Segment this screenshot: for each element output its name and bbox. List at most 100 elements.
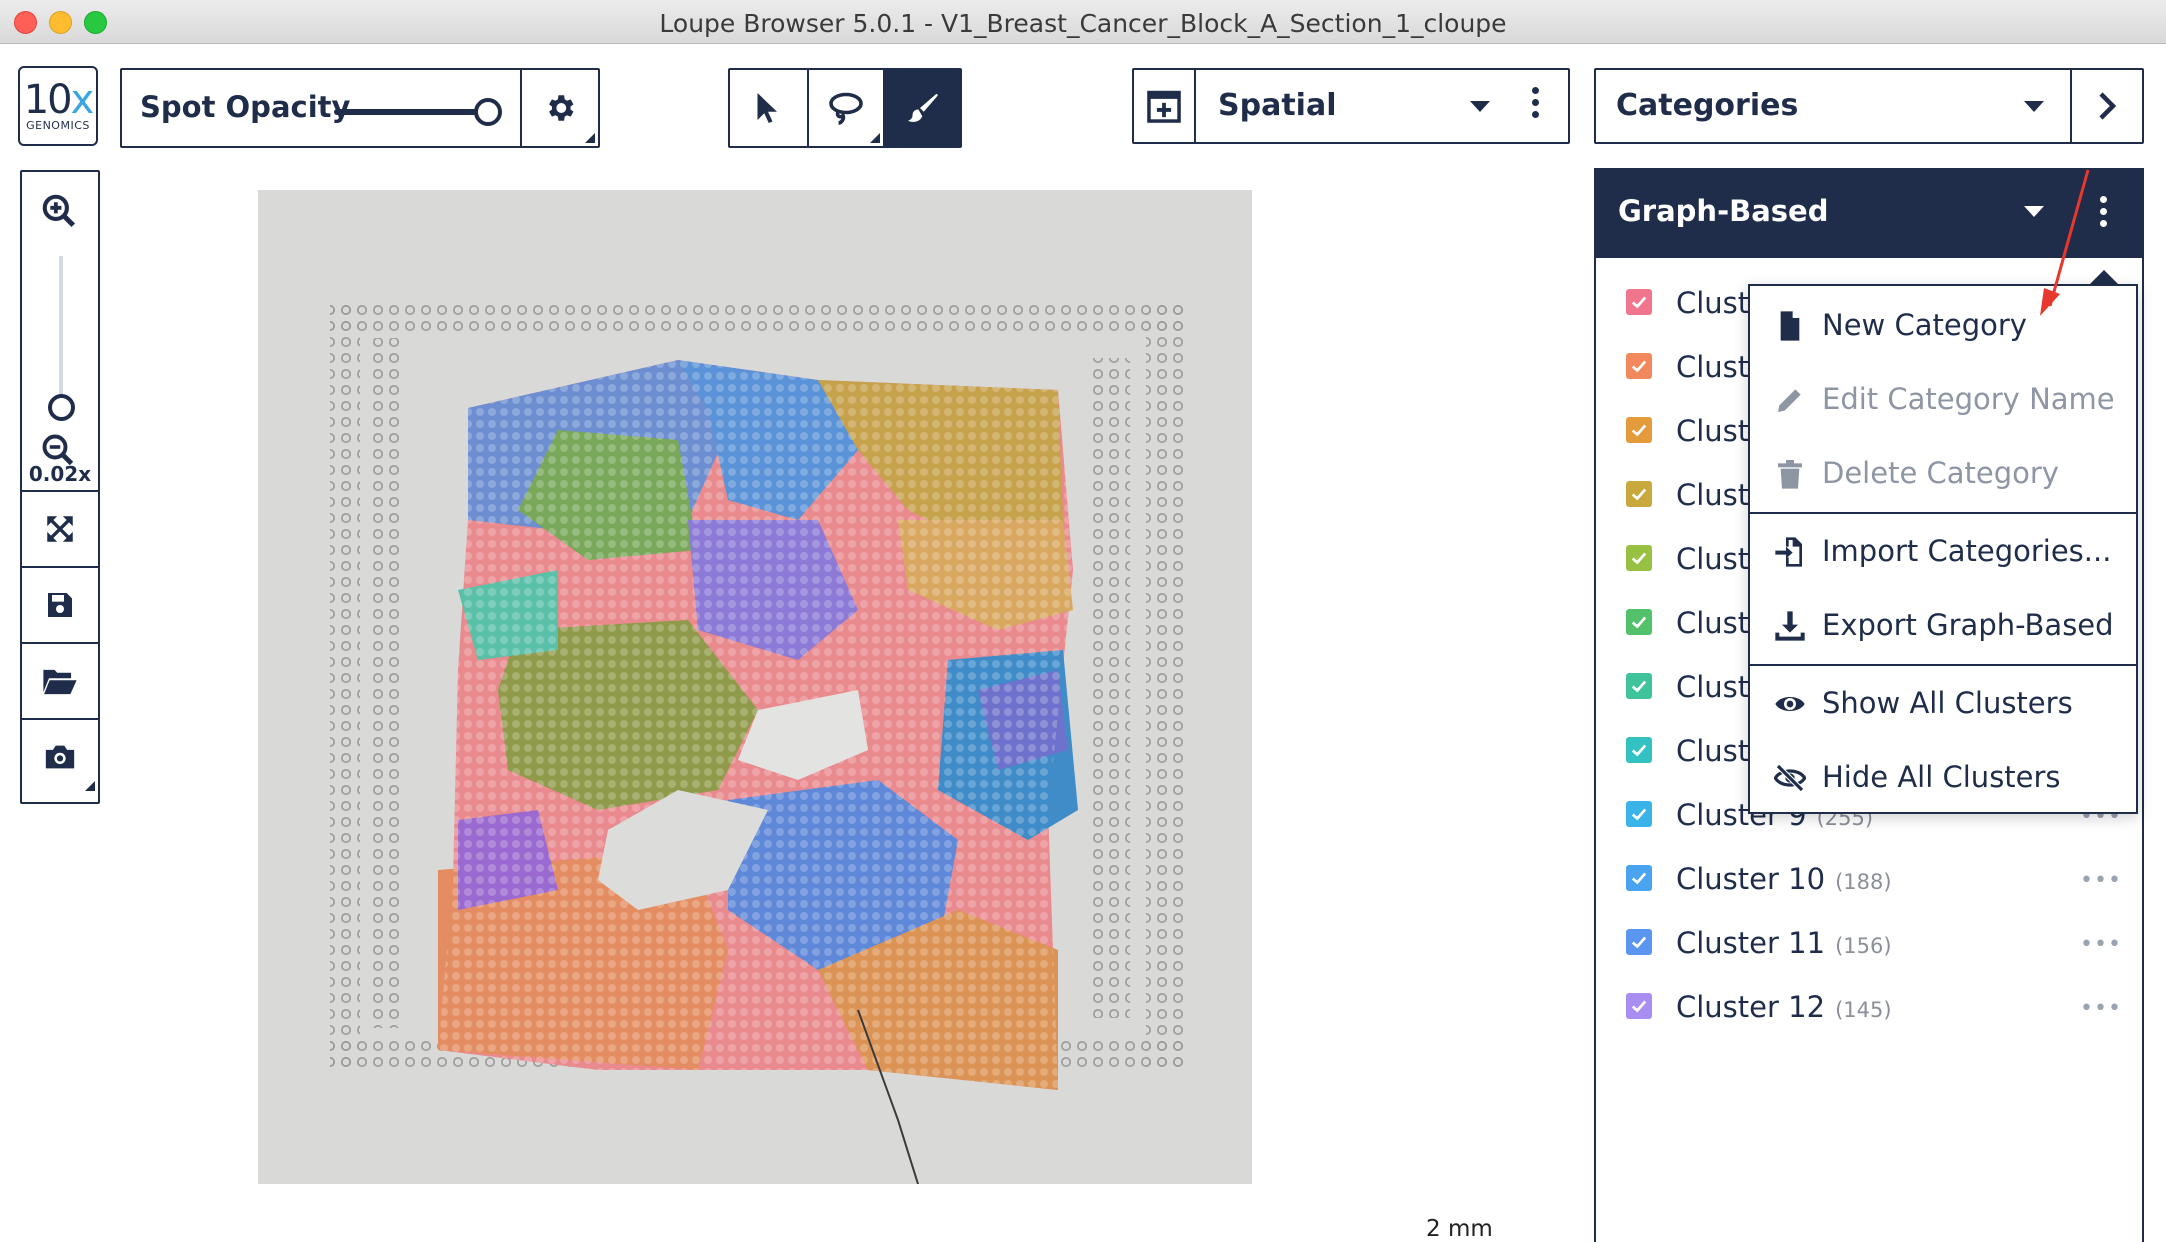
open-file-button[interactable]	[22, 642, 98, 718]
menu-item-hide-all-clusters[interactable]: Hide All Clusters	[1750, 742, 2136, 812]
category-title: Graph-Based	[1618, 194, 1829, 228]
paintbrush-tool-button[interactable]	[883, 70, 960, 146]
cluster-spot-count: (156)	[1835, 934, 1892, 958]
spot-opacity-slider-track[interactable]	[334, 109, 484, 115]
fit-to-view-button[interactable]	[22, 490, 98, 566]
logo-subtitle: GENOMICS	[26, 118, 90, 132]
paintbrush-icon	[907, 93, 938, 122]
checkmark-icon	[1631, 1000, 1647, 1013]
cluster-name: Cluster 10 (188)	[1676, 862, 1892, 896]
cluster-checkbox[interactable]	[1626, 673, 1652, 699]
menu-item-import-categories[interactable]: Import Categories...	[1750, 516, 2136, 586]
cluster-label: Cluster 11	[1676, 926, 1826, 960]
cluster-row[interactable]: Cluster 12 (145) •••	[1596, 974, 2142, 1038]
pointer-icon	[757, 93, 778, 123]
title-bar: Loupe Browser 5.0.1 - V1_Breast_Cancer_B…	[0, 0, 2166, 44]
menu-item-label: Delete Category	[1822, 456, 2059, 490]
folder-open-icon	[43, 669, 77, 695]
zoom-in-button[interactable]	[40, 192, 78, 234]
corner-indicator	[870, 133, 881, 143]
window-title: Loupe Browser 5.0.1 - V1_Breast_Cancer_B…	[659, 9, 1507, 38]
cluster-row[interactable]: Cluster 10 (188) •••	[1596, 846, 2142, 910]
view-type-label: Spatial	[1218, 88, 1337, 123]
screenshot-button[interactable]	[22, 718, 98, 794]
save-button[interactable]	[22, 566, 98, 642]
eye-icon	[1775, 697, 1805, 711]
expand-panel-button[interactable]	[2072, 70, 2142, 142]
cluster-checkbox[interactable]	[1626, 929, 1652, 955]
spot-opacity-slider-handle[interactable]	[474, 98, 502, 126]
import-icon	[1775, 537, 1802, 567]
cluster-checkbox[interactable]	[1626, 545, 1652, 571]
spot-opacity-label: Spot Opacity	[140, 90, 351, 124]
zoom-level-readout: 0.02x	[28, 462, 92, 486]
document-icon	[1780, 311, 1800, 341]
checkmark-icon	[1631, 680, 1647, 693]
checkmark-icon	[1631, 872, 1647, 885]
annotation-arrow	[2040, 169, 2090, 316]
expand-arrows-icon	[47, 516, 73, 542]
more-options-icon[interactable]	[1532, 87, 1540, 118]
checkmark-icon	[1631, 744, 1647, 757]
trash-icon	[1778, 460, 1802, 489]
cluster-more-options-icon[interactable]: •••	[2080, 868, 2122, 893]
checkmark-icon	[1631, 488, 1647, 501]
menu-item-delete-category[interactable]: Delete Category	[1750, 438, 2136, 508]
cluster-more-options-icon[interactable]: •••	[2080, 932, 2122, 957]
cluster-checkbox[interactable]	[1626, 417, 1652, 443]
chevron-right-icon	[2099, 92, 2117, 120]
menu-divider	[1750, 664, 2136, 666]
logo-accent-text: x	[70, 76, 95, 123]
floppy-disk-icon	[48, 593, 72, 617]
cluster-more-options-icon[interactable]: •••	[2080, 996, 2122, 1021]
pointer-tool-button[interactable]	[730, 70, 807, 146]
menu-item-label: Show All Clusters	[1822, 686, 2073, 720]
menu-item-export-graph-based[interactable]: Export Graph-Based	[1750, 590, 2136, 660]
navigation-toolbar: 0.02x	[20, 170, 100, 804]
cluster-checkbox[interactable]	[1626, 737, 1652, 763]
cluster-name: Cluster 11 (156)	[1676, 926, 1892, 960]
cluster-name: Cluster 12 (145)	[1676, 990, 1892, 1024]
view-type-dropdown[interactable]: Spatial	[1132, 68, 1570, 144]
add-view-button[interactable]	[1134, 70, 1196, 142]
categories-label: Categories	[1616, 88, 1799, 123]
logo-main-text: 10	[23, 76, 73, 123]
zoom-in-icon	[42, 194, 76, 228]
zoom-control: 0.02x	[22, 172, 98, 492]
zoom-slider-track[interactable]	[59, 256, 63, 406]
menu-item-show-all-clusters[interactable]: Show All Clusters	[1750, 668, 2136, 738]
menu-item-edit-category-name[interactable]: Edit Category Name	[1750, 364, 2136, 434]
scale-bar-label: 2 mm	[1426, 1216, 1493, 1242]
checkmark-icon	[1631, 552, 1647, 565]
checkmark-icon	[1631, 808, 1647, 821]
calendar-plus-icon	[1147, 90, 1181, 123]
camera-icon	[45, 745, 75, 769]
cluster-checkbox[interactable]	[1626, 289, 1652, 315]
chevron-down-icon	[1470, 101, 1490, 112]
lasso-icon	[829, 92, 863, 125]
download-icon	[1775, 611, 1805, 641]
corner-indicator	[585, 133, 595, 143]
menu-item-label: Export Graph-Based	[1822, 608, 2114, 642]
zoom-slider-handle[interactable]	[48, 394, 75, 421]
categories-dropdown[interactable]: Categories	[1594, 68, 2144, 144]
cluster-row[interactable]: Cluster 11 (156) •••	[1596, 910, 2142, 974]
menu-item-label: Edit Category Name	[1822, 382, 2115, 416]
cluster-label: Cluster 10	[1676, 862, 1826, 896]
cluster-checkbox[interactable]	[1626, 609, 1652, 635]
menu-item-label: Hide All Clusters	[1822, 760, 2061, 794]
cluster-checkbox[interactable]	[1626, 353, 1652, 379]
lasso-tool-button[interactable]	[806, 70, 884, 146]
selection-tools	[728, 68, 962, 148]
10x-genomics-logo[interactable]: 10x GENOMICS	[18, 66, 98, 146]
gear-icon	[549, 95, 574, 121]
tissue-spatial-image[interactable]	[258, 190, 1252, 1184]
cluster-checkbox[interactable]	[1626, 801, 1652, 827]
eye-slash-icon	[1774, 764, 1806, 792]
cluster-spot-count: (145)	[1835, 998, 1892, 1022]
cluster-checkbox[interactable]	[1626, 481, 1652, 507]
cluster-checkbox[interactable]	[1626, 993, 1652, 1019]
corner-indicator	[85, 781, 95, 791]
cluster-checkbox[interactable]	[1626, 865, 1652, 891]
chevron-down-icon	[2024, 101, 2044, 112]
